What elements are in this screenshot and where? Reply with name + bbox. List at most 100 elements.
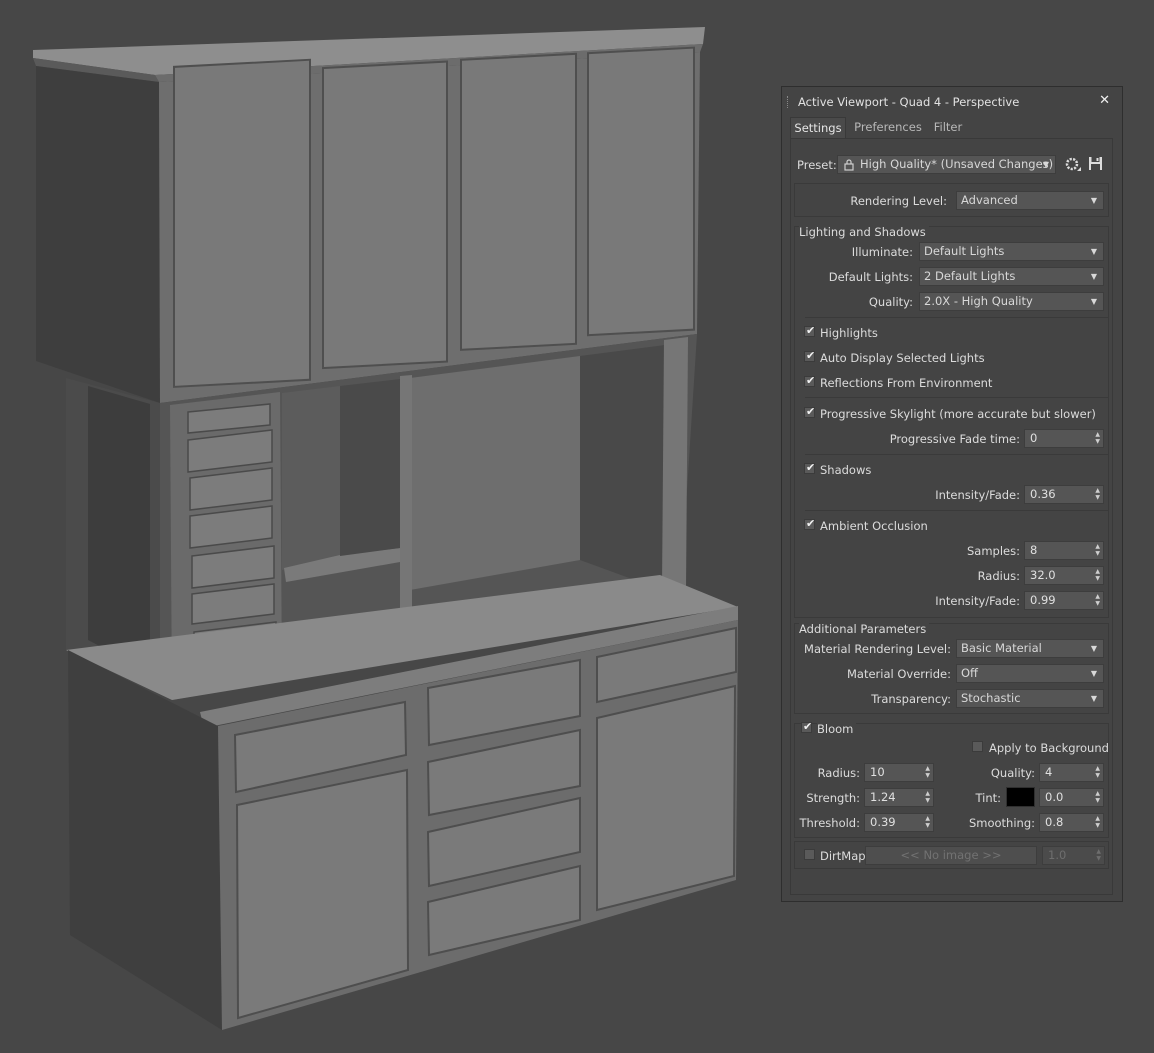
bloom-strength-value: 1.24	[870, 790, 896, 804]
spinner-arrows-icon[interactable]: ▲ ▼	[1095, 431, 1100, 445]
dirtmap-checkbox[interactable]	[804, 849, 815, 860]
bloom-quality-label: Quality:	[990, 766, 1035, 780]
panel-titlebar[interactable]: Active Viewport - Quad 4 - Perspective ✕	[782, 87, 1122, 115]
viewport-settings-panel: Active Viewport - Quad 4 - Perspective ✕…	[781, 86, 1123, 902]
bloom-quality-spinner[interactable]: 4 ▲ ▼	[1039, 763, 1104, 782]
quality-value: 2.0X - High Quality	[924, 294, 1033, 308]
divider	[805, 454, 1108, 455]
drag-grip-icon[interactable]	[787, 96, 790, 108]
preset-value: High Quality* (Unsaved Changes)	[860, 157, 1054, 171]
quality-dropdown[interactable]: 2.0X - High Quality ▼	[919, 292, 1104, 311]
preset-label: Preset:	[797, 158, 837, 172]
tint-spinner[interactable]: 0.0 ▲ ▼	[1039, 788, 1104, 807]
progressive-fade-label: Progressive Fade time:	[889, 432, 1020, 446]
chevron-down-icon: ▼	[1090, 694, 1097, 703]
transparency-value: Stochastic	[961, 691, 1021, 705]
ao-radius-label: Radius:	[977, 569, 1020, 583]
bloom-radius-spinner[interactable]: 10 ▲ ▼	[864, 763, 934, 782]
samples-label: Samples:	[967, 544, 1020, 558]
ao-radius-spinner[interactable]: 32.0 ▲ ▼	[1024, 566, 1104, 585]
spinner-arrows-icon[interactable]: ▲ ▼	[1095, 487, 1100, 501]
bloom-threshold-spinner[interactable]: 0.39 ▲ ▼	[864, 813, 934, 832]
tab-settings[interactable]: Settings	[790, 117, 846, 139]
tab-filter[interactable]: Filter	[932, 117, 964, 139]
spinner-arrows-icon[interactable]: ▲ ▼	[925, 765, 930, 779]
lock-icon	[844, 159, 854, 171]
bloom-group: ✔ Bloom Apply to Background Radius: 10 ▲…	[794, 720, 1109, 838]
dirtmap-value-spinner[interactable]: 1.0 ▲ ▼	[1042, 846, 1105, 865]
transparency-label: Transparency:	[871, 692, 951, 706]
bloom-radius-label: Radius:	[817, 766, 860, 780]
divider	[805, 510, 1108, 511]
material-level-value: Basic Material	[961, 641, 1042, 655]
bloom-strength-spinner[interactable]: 1.24 ▲ ▼	[864, 788, 934, 807]
default-lights-label: Default Lights:	[828, 270, 913, 284]
default-lights-dropdown[interactable]: 2 Default Lights ▼	[919, 267, 1104, 286]
preset-dropdown[interactable]: High Quality* (Unsaved Changes) ▼	[837, 155, 1056, 174]
auto-display-lights-checkbox[interactable]: ✔	[804, 349, 815, 362]
gear-icon[interactable]	[1064, 156, 1082, 174]
ambient-occlusion-checkbox[interactable]: ✔	[804, 517, 815, 530]
spinner-arrows-icon[interactable]: ▲ ▼	[1095, 815, 1100, 829]
shadows-checkbox[interactable]: ✔	[804, 461, 815, 474]
dirtmap-value: 1.0	[1048, 848, 1067, 862]
additional-parameters-title: Additional Parameters	[799, 622, 930, 636]
quality-label: Quality:	[868, 295, 913, 309]
rendering-level-value: Advanced	[961, 193, 1018, 207]
ao-intensity-value: 0.99	[1030, 593, 1056, 607]
apply-background-checkbox[interactable]	[972, 741, 983, 752]
reflections-checkbox[interactable]: ✔	[804, 374, 815, 387]
smoothing-spinner[interactable]: 0.8 ▲ ▼	[1039, 813, 1104, 832]
material-level-dropdown[interactable]: Basic Material ▼	[956, 639, 1104, 658]
additional-parameters-group: Additional Parameters Material Rendering…	[794, 622, 1109, 714]
bloom-quality-value: 4	[1045, 765, 1053, 779]
panel-title: Active Viewport - Quad 4 - Perspective	[798, 95, 1020, 109]
spinner-arrows-icon[interactable]: ▲ ▼	[1095, 765, 1100, 779]
illuminate-label: Illuminate:	[851, 245, 913, 259]
rendering-level-group: Rendering Level: Advanced ▼	[794, 183, 1109, 217]
bloom-threshold-value: 0.39	[870, 815, 896, 829]
material-level-label: Material Rendering Level:	[804, 642, 951, 656]
auto-display-lights-label: Auto Display Selected Lights	[820, 351, 985, 365]
highlights-label: Highlights	[820, 326, 878, 340]
spinner-arrows-icon[interactable]: ▲ ▼	[1095, 593, 1100, 607]
spinner-arrows-icon[interactable]: ▲ ▼	[1095, 543, 1100, 557]
bloom-radius-value: 10	[870, 765, 885, 779]
default-lights-value: 2 Default Lights	[924, 269, 1016, 283]
spinner-arrows-icon[interactable]: ▲ ▼	[925, 790, 930, 804]
reflections-label: Reflections From Environment	[820, 376, 993, 390]
samples-spinner[interactable]: 8 ▲ ▼	[1024, 541, 1104, 560]
progressive-fade-value: 0	[1030, 431, 1038, 445]
dirtmap-image-button[interactable]: << No image >>	[865, 846, 1037, 865]
tint-value: 0.0	[1045, 790, 1064, 804]
transparency-dropdown[interactable]: Stochastic ▼	[956, 689, 1104, 708]
illuminate-dropdown[interactable]: Default Lights ▼	[919, 242, 1104, 261]
spinner-arrows-icon[interactable]: ▲ ▼	[1096, 848, 1101, 862]
shadow-intensity-label: Intensity/Fade:	[935, 488, 1020, 502]
material-override-value: Off	[961, 666, 978, 680]
material-override-dropdown[interactable]: Off ▼	[956, 664, 1104, 683]
chevron-down-icon: ▼	[1042, 160, 1049, 169]
bloom-label: Bloom	[817, 722, 857, 736]
spinner-arrows-icon[interactable]: ▲ ▼	[1095, 568, 1100, 582]
spinner-arrows-icon[interactable]: ▲ ▼	[1095, 790, 1100, 804]
tab-preferences[interactable]: Preferences	[853, 117, 923, 139]
apply-background-label: Apply to Background	[989, 741, 1109, 755]
bloom-checkbox[interactable]: ✔	[801, 720, 812, 733]
spinner-arrows-icon[interactable]: ▲ ▼	[925, 815, 930, 829]
samples-value: 8	[1030, 543, 1038, 557]
ao-intensity-label: Intensity/Fade:	[935, 594, 1020, 608]
ao-intensity-spinner[interactable]: 0.99 ▲ ▼	[1024, 591, 1104, 610]
rendering-level-dropdown[interactable]: Advanced ▼	[956, 191, 1104, 210]
tint-color-swatch[interactable]	[1006, 787, 1035, 807]
save-icon[interactable]	[1088, 156, 1103, 171]
progressive-skylight-checkbox[interactable]: ✔	[804, 405, 815, 418]
material-override-label: Material Override:	[846, 667, 951, 681]
close-icon[interactable]: ✕	[1099, 93, 1110, 108]
chevron-down-icon: ▼	[1090, 247, 1097, 256]
shadow-intensity-spinner[interactable]: 0.36 ▲ ▼	[1024, 485, 1104, 504]
settings-body: Preset: High Quality* (Unsaved Changes) …	[790, 138, 1113, 895]
chevron-down-icon: ▼	[1090, 669, 1097, 678]
highlights-checkbox[interactable]: ✔	[804, 324, 815, 337]
progressive-fade-spinner[interactable]: 0 ▲ ▼	[1024, 429, 1104, 448]
